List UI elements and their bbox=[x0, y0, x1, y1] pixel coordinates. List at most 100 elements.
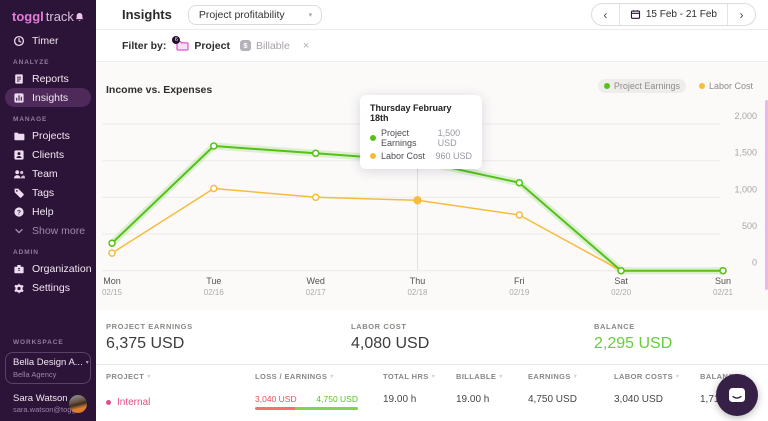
help-icon: ? bbox=[13, 206, 25, 218]
filter-bar: Filter by: 6 Project $ Billable × bbox=[96, 30, 768, 62]
column-header-label: LOSS / EARNINGS bbox=[255, 372, 328, 381]
sidebar-item-label: Organization bbox=[32, 262, 92, 275]
column-header-billable[interactable]: BILLABLE ▾ bbox=[456, 372, 528, 381]
prev-period-button[interactable]: ‹ bbox=[592, 4, 619, 25]
chevron-down-icon bbox=[13, 225, 25, 237]
project-filter-chip[interactable]: 6 Project bbox=[172, 36, 230, 52]
earnings-cell: 4,750 USD bbox=[528, 394, 577, 405]
sidebar-item-reports[interactable]: Reports bbox=[0, 69, 96, 88]
tag-icon bbox=[13, 187, 25, 199]
chart-section: Income vs. Expenses Project Earnings Labo… bbox=[96, 62, 768, 310]
billable-cell: 19.00 h bbox=[456, 394, 490, 405]
sidebar-item-label: Clients bbox=[32, 148, 65, 161]
project-chip-label: Project bbox=[194, 39, 230, 52]
svg-text:Thu: Thu bbox=[410, 276, 426, 286]
workspace-org: Bella Agency bbox=[13, 370, 57, 379]
sidebar-item-label: Tags bbox=[32, 186, 55, 199]
top-bar: Insights Project profitability ▾ ‹ 15 Fe… bbox=[96, 0, 768, 30]
column-header-project[interactable]: PROJECT ▾ bbox=[106, 372, 255, 381]
column-header-earnings[interactable]: EARNINGS ▾ bbox=[528, 372, 614, 381]
summary-balance: BALANCE 2,295 USD bbox=[594, 322, 673, 352]
main-content: Insights Project profitability ▾ ‹ 15 Fe… bbox=[96, 0, 768, 421]
sidebar-item-show-more[interactable]: Show more bbox=[0, 221, 96, 240]
table-header-row: PROJECT ▾ LOSS / EARNINGS ▾ TOTAL HRS ▾ BILLAB… bbox=[96, 365, 768, 386]
sidebar-item-label: Projects bbox=[32, 129, 70, 142]
user-name: Sara Watson bbox=[13, 393, 68, 404]
svg-text:Sun: Sun bbox=[715, 276, 731, 286]
insights-view-dropdown[interactable]: Project profitability ▾ bbox=[187, 4, 323, 25]
sidebar-item-projects[interactable]: Projects bbox=[0, 126, 96, 145]
folder-icon bbox=[13, 130, 25, 142]
table-row[interactable]: Internal 3,040 USD 4,750 USD 19.00 h 19.… bbox=[96, 386, 768, 410]
svg-text:Mon: Mon bbox=[103, 276, 121, 286]
svg-text:0: 0 bbox=[752, 258, 757, 268]
column-header-loss-earnings[interactable]: LOSS / EARNINGS ▾ bbox=[255, 372, 383, 381]
sidebar-item-label: Help bbox=[32, 205, 54, 218]
sidebar: toggl track Timer ANALYZE Reports Insights M… bbox=[0, 0, 123, 421]
person-icon bbox=[13, 149, 25, 161]
loss-value: 3,040 USD bbox=[255, 394, 297, 404]
dollar-icon: $ bbox=[239, 40, 251, 51]
tooltip-row: Labor Cost 960 USD bbox=[370, 151, 472, 161]
svg-text:Sat: Sat bbox=[614, 276, 628, 286]
toggl-logo: toggl bbox=[12, 9, 44, 24]
svg-text:02/16: 02/16 bbox=[204, 288, 225, 297]
svg-text:1,500: 1,500 bbox=[734, 148, 757, 158]
workspace-section-label: WORKSPACE bbox=[13, 339, 64, 346]
sort-icon: ▾ bbox=[499, 374, 503, 380]
sort-icon: ▾ bbox=[147, 374, 151, 380]
toggl-track-app: toggl track Timer ANALYZE Reports Insights M… bbox=[0, 0, 768, 421]
sidebar-item-label: Show more bbox=[32, 224, 86, 237]
loss-earnings-bar bbox=[255, 407, 358, 410]
avatar[interactable] bbox=[69, 394, 87, 413]
filter-by-label: Filter by: bbox=[122, 39, 167, 52]
clear-filter-icon[interactable]: × bbox=[303, 40, 309, 52]
sidebar-item-timer[interactable]: Timer bbox=[0, 31, 96, 50]
sidebar-item-label: Settings bbox=[32, 281, 70, 294]
sidebar-item-tags[interactable]: Tags bbox=[0, 183, 96, 202]
date-range-picker[interactable]: 15 Feb - 21 Feb bbox=[618, 4, 728, 25]
sidebar-item-team[interactable]: Team bbox=[0, 164, 96, 183]
building-icon bbox=[13, 263, 25, 275]
sidebar-item-help[interactable]: ? Help bbox=[0, 202, 96, 221]
column-header-total-hrs[interactable]: TOTAL HRS ▾ bbox=[383, 372, 456, 381]
workspace-selector[interactable]: Bella Design A... ▾ Bella Agency bbox=[5, 352, 91, 384]
notifications-bell-icon[interactable] bbox=[74, 11, 85, 23]
sidebar-item-label: Insights bbox=[32, 91, 69, 104]
user-email: sara.watson@toggl... bbox=[13, 405, 84, 414]
svg-text:02/17: 02/17 bbox=[306, 288, 327, 297]
tooltip-value: 1,500 USD bbox=[437, 128, 461, 148]
svg-text:02/20: 02/20 bbox=[611, 288, 632, 297]
svg-text:02/15: 02/15 bbox=[102, 288, 123, 297]
svg-text:02/21: 02/21 bbox=[713, 288, 734, 297]
sidebar-item-organization[interactable]: OrganizationBeta bbox=[0, 259, 123, 278]
sort-icon: ▾ bbox=[431, 374, 436, 380]
intercom-chat-button[interactable] bbox=[716, 374, 758, 416]
summary-row: PROJECT EARNINGS 6,375 USD LABOR COST 4,… bbox=[96, 310, 768, 364]
section-label-manage: MANAGE bbox=[13, 116, 48, 123]
tooltip-title: Thursday February 18th bbox=[370, 103, 452, 123]
chat-icon bbox=[729, 388, 745, 402]
svg-text:2,000: 2,000 bbox=[734, 111, 757, 121]
column-header-labor-costs[interactable]: LABOR COSTS ▾ bbox=[614, 372, 700, 381]
svg-text:500: 500 bbox=[742, 221, 757, 231]
loss-bar-segment bbox=[255, 407, 296, 410]
summary-labor-cost: LABOR COST 4,080 USD bbox=[351, 322, 430, 352]
svg-text:Wed: Wed bbox=[307, 276, 325, 286]
earnings-bar-segment bbox=[295, 407, 358, 410]
doc-icon bbox=[13, 73, 25, 85]
sidebar-item-insights[interactable]: Insights bbox=[5, 88, 91, 107]
sidebar-item-clients[interactable]: Clients bbox=[0, 145, 96, 164]
user-profile[interactable]: Sara Watson sara.watson@toggl... bbox=[13, 393, 87, 414]
date-range-label: 15 Feb - 21 Feb bbox=[645, 9, 717, 20]
workspace-area: WORKSPACE Bella Design A... ▾ Bella Agen… bbox=[0, 330, 96, 421]
svg-text:1,000: 1,000 bbox=[734, 184, 757, 194]
sort-icon: ▾ bbox=[330, 374, 334, 380]
svg-text:02/18: 02/18 bbox=[407, 288, 428, 297]
billable-filter-chip[interactable]: $ Billable bbox=[239, 40, 290, 52]
column-header-label: PROJECT bbox=[106, 372, 145, 381]
sort-icon: ▾ bbox=[573, 374, 578, 380]
next-period-button[interactable]: › bbox=[728, 4, 755, 25]
folder-icon: 6 bbox=[172, 36, 189, 51]
sidebar-item-settings[interactable]: Settings bbox=[0, 278, 96, 297]
